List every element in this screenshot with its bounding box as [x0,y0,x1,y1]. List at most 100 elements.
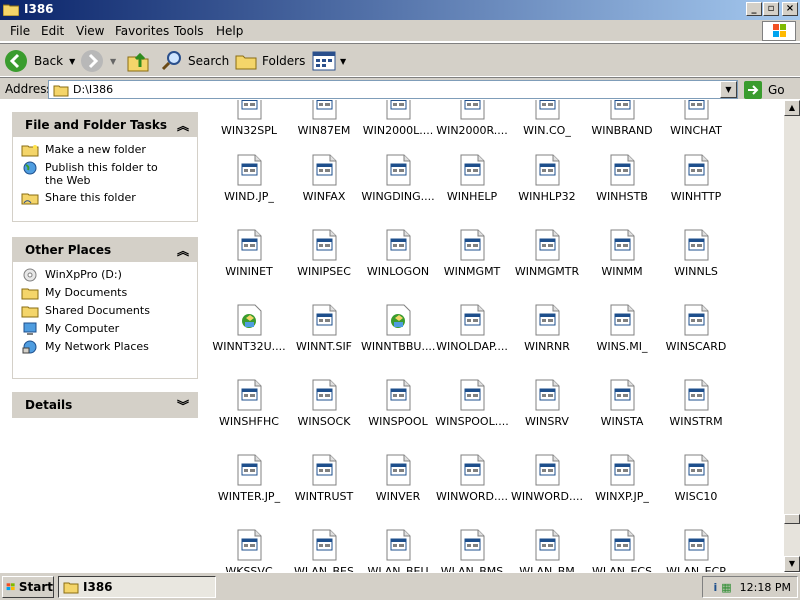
file-item[interactable]: WINSHFHC [212,379,286,441]
menu-edit[interactable]: Edit [41,24,64,38]
place-my-documents[interactable]: My Documents [21,286,189,300]
go-button[interactable]: Go [744,80,785,99]
file-item[interactable]: WINXP.JP_ [585,454,659,516]
file-item[interactable]: WINTER.JP_ [212,454,286,516]
file-item[interactable]: WININET [212,229,286,291]
file-item[interactable]: WINBRAND [585,100,659,150]
file-item[interactable]: WINNT.SIF [287,304,361,366]
file-item[interactable]: WLAN_ECP [659,529,733,572]
search-button[interactable]: Search [160,48,229,74]
file-item[interactable]: WINHLP32 [510,154,584,216]
file-item[interactable]: WLAN_BMS [435,529,509,572]
system-file-icon [312,379,337,411]
file-item[interactable]: WINMGMT [435,229,509,291]
file-item[interactable]: WINSTRM [659,379,733,441]
details-header[interactable]: Details ︾ [13,393,197,417]
file-item[interactable]: WIN.CO_ [510,100,584,150]
address-input[interactable]: D:\I386 ▼ [48,80,738,99]
file-item[interactable]: WIND.JP_ [212,154,286,216]
collapse-icon[interactable]: ︽ [177,117,189,134]
file-item[interactable]: WINNLS [659,229,733,291]
menu-tools[interactable]: Tools [174,24,204,38]
system-file-icon [237,529,262,561]
file-item[interactable]: WINRNR [510,304,584,366]
taskbar-window-button[interactable]: I386 [58,576,216,598]
file-item[interactable]: WINHTTP [659,154,733,216]
file-item[interactable]: WLAN_BES [287,529,361,572]
views-dropdown-icon[interactable]: ▼ [340,57,346,66]
address-dropdown-button[interactable]: ▼ [720,81,737,98]
file-item[interactable]: WISC10 [659,454,733,516]
file-item[interactable]: WLAN_BEU [361,529,435,572]
info-tray-icon[interactable]: i [713,581,717,594]
system-file-icon [460,454,485,486]
vertical-scrollbar[interactable]: ▲ ▼ [784,100,800,572]
file-item[interactable]: WINS.MI_ [585,304,659,366]
network-tray-icon[interactable]: ▦ [721,581,731,594]
file-item[interactable]: WINNT32U.... [212,304,286,366]
expand-icon[interactable]: ︾ [177,397,189,414]
file-item[interactable]: WINCHAT [659,100,733,150]
file-item[interactable]: WINMGMTR [510,229,584,291]
menu-view[interactable]: View [76,24,104,38]
task-publish-folder[interactable]: Publish this folder to the Web [21,161,189,187]
file-item[interactable]: WIN2000R.... [435,100,509,150]
file-item[interactable]: WINVER [361,454,435,516]
file-item[interactable]: WINOLDAP.... [435,304,509,366]
other-places-header[interactable]: Other Places ︽ [13,238,197,262]
file-folder-tasks-header[interactable]: File and Folder Tasks ︽ [13,113,197,137]
views-button[interactable]: ▼ [312,48,346,74]
file-item[interactable]: WKSSVC [212,529,286,572]
file-item[interactable]: WINSOCK [287,379,361,441]
file-item[interactable]: WINTRUST [287,454,361,516]
scroll-up-button[interactable]: ▲ [784,100,800,116]
file-item[interactable]: WINWORD.... [435,454,509,516]
minimize-button[interactable]: _ [746,2,762,16]
file-name-label: WINTER.JP_ [217,490,281,503]
menu-favorites[interactable]: Favorites [115,24,169,38]
start-button[interactable]: Start [2,576,54,598]
file-item[interactable]: WINSPOOL.... [435,379,509,441]
menu-help[interactable]: Help [216,24,243,38]
file-item[interactable]: WINNTBBU.... [361,304,435,366]
place-shared-documents[interactable]: Shared Documents [21,304,189,318]
file-item[interactable]: WINSCARD [659,304,733,366]
menu-file[interactable]: File [10,24,30,38]
file-item[interactable]: WINSRV [510,379,584,441]
collapse-icon[interactable]: ︽ [177,242,189,259]
file-item[interactable]: WINMM [585,229,659,291]
forward-button[interactable]: ▼ [80,48,116,74]
file-item[interactable]: WINHSTB [585,154,659,216]
folders-button[interactable]: Folders [234,48,305,74]
documents-folder-icon [21,288,39,300]
file-item[interactable]: WINSPOOL [361,379,435,441]
file-item[interactable]: WINLOGON [361,229,435,291]
system-file-icon [460,379,485,411]
maximize-button[interactable]: ▫ [763,2,779,16]
back-dropdown-icon[interactable]: ▼ [69,57,75,66]
task-share-folder[interactable]: Share this folder [21,191,189,205]
file-item[interactable]: WINFAX [287,154,361,216]
up-folder-button[interactable] [126,48,150,74]
file-item[interactable]: WINWORD.... [510,454,584,516]
scroll-thumb[interactable] [784,514,800,524]
file-item[interactable]: WINHELP [435,154,509,216]
place-my-network-places[interactable]: My Network Places [21,340,189,354]
file-item[interactable]: WIN2000L.... [361,100,435,150]
forward-dropdown-icon[interactable]: ▼ [110,57,116,66]
file-item[interactable]: WIN87EM [287,100,361,150]
back-button[interactable]: Back ▼ [4,48,75,74]
file-item[interactable]: WINGDING.... [361,154,435,216]
address-label: Address [5,82,53,96]
file-item[interactable]: WLAN_ECS [585,529,659,572]
file-item[interactable]: WINSTA [585,379,659,441]
place-winxppro-drive[interactable]: WinXpPro (D:) [21,268,189,282]
file-item[interactable]: WLAN_BM [510,529,584,572]
place-my-computer[interactable]: My Computer [21,322,189,336]
system-file-icon [312,100,337,120]
scroll-down-button[interactable]: ▼ [784,556,800,572]
file-item[interactable]: WIN32SPL [212,100,286,150]
file-item[interactable]: WINIPSEC [287,229,361,291]
task-make-new-folder[interactable]: Make a new folder [21,143,189,157]
close-button[interactable]: × [782,2,798,16]
